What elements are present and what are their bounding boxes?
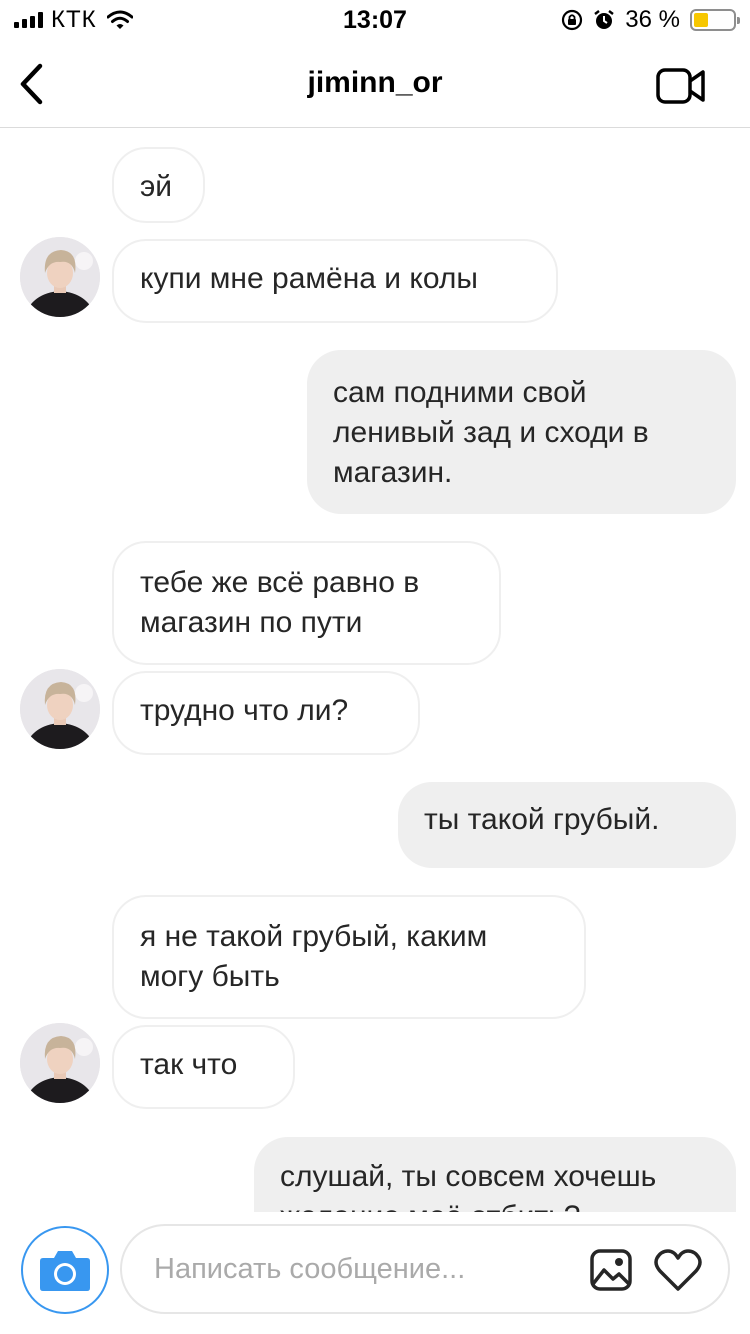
message-thread[interactable]: эй купи мне рамёна и колы сам подними св… [0,129,750,1212]
status-bar: КТК 13:07 36 % [0,0,750,40]
message-bubble-incoming[interactable]: так что [112,1025,295,1109]
message-bubble-outgoing[interactable]: слушай, ты совсем хочешь желание моё отб… [254,1137,736,1212]
battery-level [694,13,708,27]
message-bubble-incoming[interactable]: тебе же всё равно в магазин по пути [112,541,501,665]
avatar[interactable] [20,1023,100,1103]
gallery-icon[interactable] [589,1248,633,1292]
message-input-box[interactable] [120,1224,730,1314]
alarm-icon [594,10,615,29]
orientation-lock-icon [562,9,583,31]
camera-icon [40,1251,90,1291]
camera-button[interactable] [21,1226,109,1314]
message-bubble-incoming[interactable]: купи мне рамёна и колы [112,239,558,323]
message-bubble-incoming[interactable]: трудно что ли? [112,671,420,755]
message-input[interactable] [154,1246,564,1292]
message-bubble-outgoing[interactable]: сам подними свой ленивый зад и сходи в м… [307,350,736,514]
message-bubble-outgoing[interactable]: ты такой грубый. [398,782,736,868]
video-camera-icon[interactable] [656,66,706,106]
message-bubble-incoming[interactable]: эй [112,147,205,223]
chat-header: jiminn_or [0,40,750,128]
avatar[interactable] [20,669,100,749]
battery-percent: 36 % [625,6,680,33]
message-bubble-incoming[interactable]: я не такой грубый, каким могу быть [112,895,586,1019]
message-composer [0,1212,750,1334]
battery-icon [690,9,740,31]
heart-icon[interactable] [654,1248,702,1292]
chat-username[interactable]: jiminn_or [0,66,750,100]
avatar[interactable] [20,237,100,317]
